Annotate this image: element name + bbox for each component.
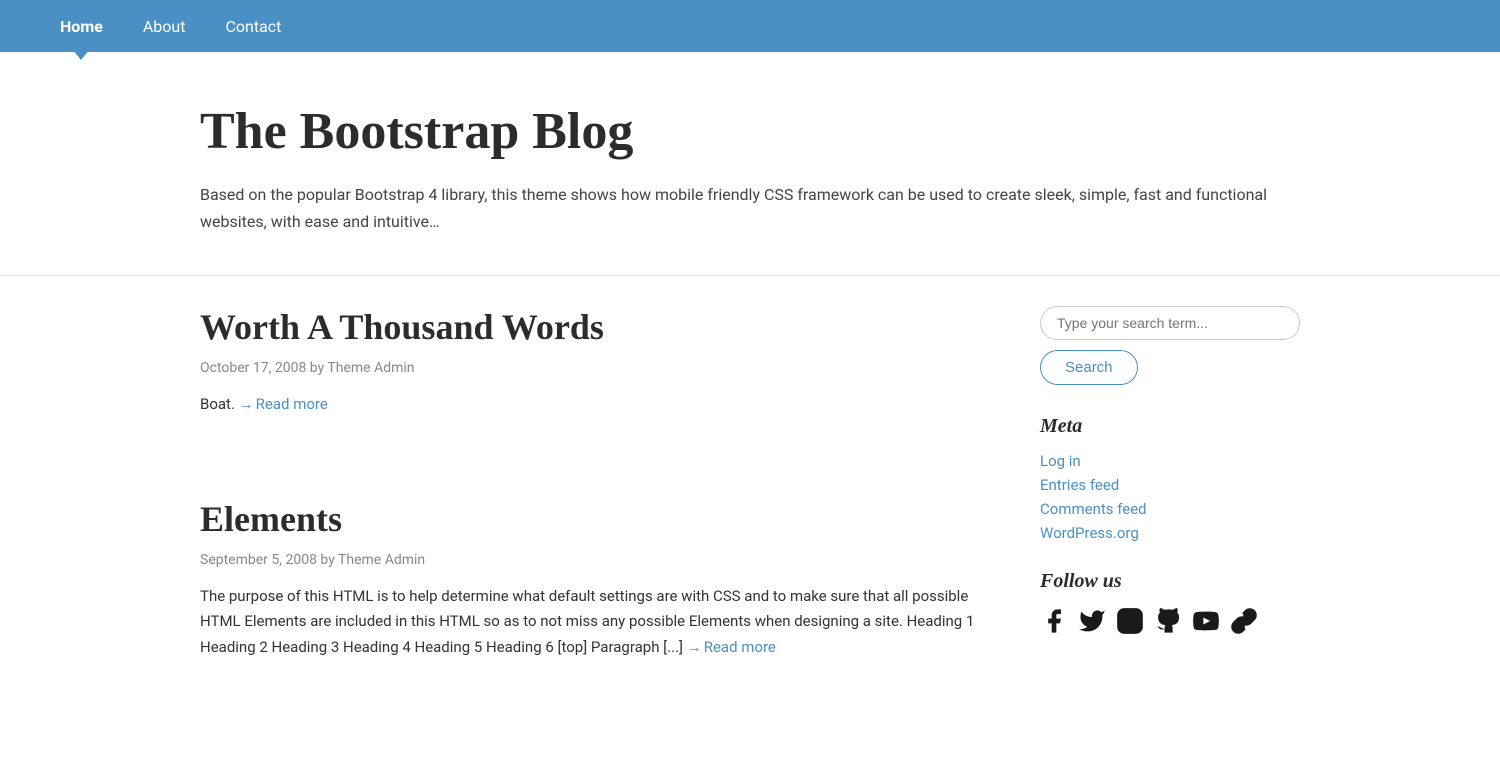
twitter-icon[interactable] xyxy=(1078,607,1106,635)
meta-section: Meta Log in Entries feed Comments feed W… xyxy=(1040,415,1300,542)
meta-title: Meta xyxy=(1040,415,1300,438)
navigation: Home About Contact xyxy=(0,0,1500,52)
blog-title: The Bootstrap Blog xyxy=(200,102,1300,161)
post-2-meta: September 5, 2008 by Theme Admin xyxy=(200,552,980,568)
instagram-icon[interactable] xyxy=(1116,607,1144,635)
search-button[interactable]: Search xyxy=(1040,350,1138,385)
post-2: Elements September 5, 2008 by Theme Admi… xyxy=(200,498,980,691)
github-icon[interactable] xyxy=(1154,607,1182,635)
hero-section: The Bootstrap Blog Based on the popular … xyxy=(0,52,1500,276)
post-2-excerpt: The purpose of this HTML is to help dete… xyxy=(200,584,980,661)
meta-link-wordpress[interactable]: WordPress.org xyxy=(1040,524,1300,542)
post-1: Worth A Thousand Words October 17, 2008 … xyxy=(200,306,980,448)
nav-home[interactable]: Home xyxy=(60,3,103,50)
nav-items: Home About Contact xyxy=(60,3,281,50)
meta-link-comments[interactable]: Comments feed xyxy=(1040,500,1300,518)
post-1-read-more[interactable]: →Read more xyxy=(239,395,328,413)
follow-title: Follow us xyxy=(1040,570,1300,593)
main-layout: Worth A Thousand Words October 17, 2008 … xyxy=(0,276,1500,770)
youtube-icon[interactable] xyxy=(1192,607,1220,635)
social-icons xyxy=(1040,607,1300,635)
post-1-excerpt: Boat. →Read more xyxy=(200,392,980,418)
post-1-title[interactable]: Worth A Thousand Words xyxy=(200,306,980,348)
nav-about[interactable]: About xyxy=(143,3,186,50)
nav-contact[interactable]: Contact xyxy=(225,3,281,50)
post-2-read-more[interactable]: →Read more xyxy=(687,638,776,656)
posts-area: Worth A Thousand Words October 17, 2008 … xyxy=(200,306,980,740)
link-icon[interactable] xyxy=(1230,607,1258,635)
blog-description: Based on the popular Bootstrap 4 library… xyxy=(200,181,1300,235)
post-2-title[interactable]: Elements xyxy=(200,498,980,540)
post-1-meta: October 17, 2008 by Theme Admin xyxy=(200,360,980,376)
search-area: Search xyxy=(1040,306,1300,385)
search-input[interactable] xyxy=(1040,306,1300,340)
sidebar: Search Meta Log in Entries feed Comments… xyxy=(1040,306,1300,663)
follow-section: Follow us xyxy=(1040,570,1300,635)
meta-link-entries[interactable]: Entries feed xyxy=(1040,476,1300,494)
meta-link-login[interactable]: Log in xyxy=(1040,452,1300,470)
facebook-icon[interactable] xyxy=(1040,607,1068,635)
